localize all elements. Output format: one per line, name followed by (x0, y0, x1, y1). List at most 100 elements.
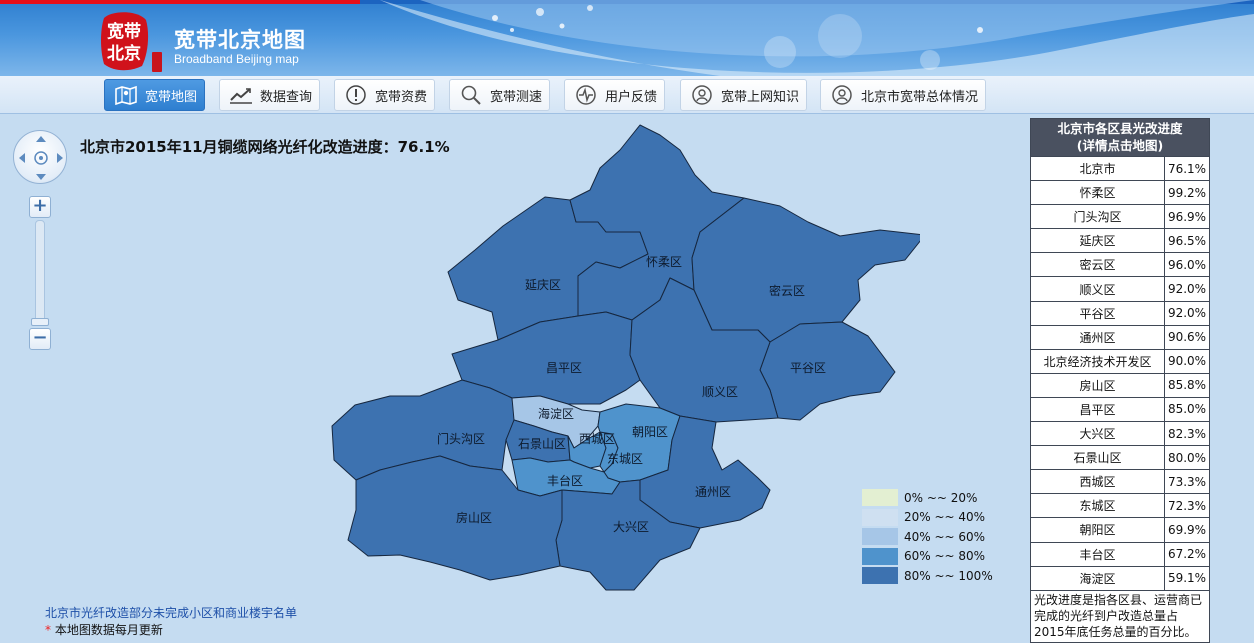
label-tongzhou: 通州区 (695, 485, 731, 499)
label-haidian: 海淀区 (538, 406, 574, 421)
table-header-hint: (详情点击地图) (1076, 138, 1164, 153)
label-shunyi: 顺义区 (702, 385, 738, 399)
nav-speed-test[interactable]: 宽带测速 (449, 79, 550, 111)
legend-swatch (862, 567, 898, 585)
label-xicheng: 西城区 (579, 432, 615, 446)
progress-value: 96.5% (1167, 233, 1207, 248)
search-icon (458, 84, 484, 106)
zoom-slider-handle[interactable] (31, 318, 49, 326)
site-subtitle: Broadband Beijing map (174, 52, 299, 66)
legend-label: 40% ~~ 60% (904, 529, 986, 544)
legend-item: 0% ~~ 20% (862, 488, 993, 508)
label-dongcheng: 东城区 (607, 452, 643, 466)
nav-label: 宽带资费 (375, 89, 428, 105)
label-fengtai: 丰台区 (547, 473, 583, 488)
table-row[interactable]: 大兴区 82.3% (1031, 421, 1209, 446)
progress-value: 90.6% (1167, 330, 1207, 345)
district-name: 密云区 (1031, 253, 1165, 277)
nav-label: 数据查询 (260, 89, 313, 105)
table-row[interactable]: 北京市 76.1% (1031, 156, 1209, 181)
site-title: 宽带北京地图 (174, 28, 306, 52)
table-header-title: 北京市各区县光改进度 (1057, 121, 1183, 136)
label-mentougou: 门头沟区 (437, 431, 485, 446)
district-name: 房山区 (1031, 373, 1165, 397)
table-row[interactable]: 平谷区 92.0% (1031, 300, 1209, 325)
district-name: 延庆区 (1031, 229, 1165, 253)
table-row[interactable]: 昌平区 85.0% (1031, 396, 1209, 422)
district-name: 丰台区 (1031, 542, 1165, 566)
legend-label: 20% ~~ 40% (904, 510, 986, 525)
info-icon (343, 84, 369, 106)
legend-swatch (862, 489, 898, 507)
progress-value: 92.0% (1167, 282, 1207, 297)
district-name: 石景山区 (1031, 446, 1165, 470)
nav-label: 北京市宽带总体情况 (861, 89, 979, 105)
district-name: 海淀区 (1031, 566, 1165, 590)
nav-beijing-overview[interactable]: 北京市宽带总体情况 (820, 79, 986, 111)
label-shijingshan: 石景山区 (518, 437, 566, 451)
legend-item: 40% ~~ 60% (862, 527, 993, 547)
label-changping: 昌平区 (546, 361, 582, 375)
nav-data-query[interactable]: 数据查询 (219, 79, 320, 111)
progress-value: 96.9% (1167, 209, 1207, 224)
table-row[interactable]: 丰台区 67.2% (1031, 541, 1209, 566)
progress-value: 76.1% (1167, 161, 1207, 176)
main-nav: 宽带地图 数据查询 宽带资费 宽带测速 用户反馈 宽带上网知识 北京市宽带总体情… (0, 76, 1254, 114)
asterisk: * (45, 623, 51, 637)
label-fangshan: 房山区 (456, 510, 492, 525)
table-row[interactable]: 顺义区 92.0% (1031, 276, 1209, 301)
progress-value: 69.9% (1167, 522, 1207, 537)
update-note: * 本地图数据每月更新 (45, 621, 163, 638)
svg-text:宽带: 宽带 (107, 21, 141, 42)
district-progress-table: 北京市各区县光改进度 (详情点击地图) 北京市 76.1% 怀柔区 99.2% 门头沟区… (1030, 118, 1210, 643)
progress-value: 85.8% (1167, 378, 1207, 393)
zoom-out-button[interactable]: − (29, 328, 51, 350)
nav-broadband-map[interactable]: 宽带地图 (104, 79, 205, 111)
district-pinggu[interactable] (759, 321, 896, 421)
progress-value: 85.0% (1167, 402, 1207, 417)
progress-value: 99.2% (1167, 185, 1207, 200)
district-name: 北京经济技术开发区 (1031, 349, 1165, 373)
map-pan-control[interactable] (13, 130, 67, 184)
table-row[interactable]: 东城区 72.3% (1031, 493, 1209, 518)
logo-seal-icon (152, 52, 162, 72)
table-row[interactable]: 密云区 96.0% (1031, 252, 1209, 277)
progress-value: 82.3% (1167, 426, 1207, 441)
table-row[interactable]: 北京经济技术开发区 90.0% (1031, 348, 1209, 373)
district-name: 北京市 (1031, 157, 1165, 181)
nav-user-feedback[interactable]: 用户反馈 (564, 79, 665, 111)
table-row[interactable]: 延庆区 96.5% (1031, 228, 1209, 253)
label-daxing: 大兴区 (613, 520, 649, 534)
table-row[interactable]: 朝阳区 69.9% (1031, 517, 1209, 542)
pulse-icon (573, 84, 599, 106)
nav-label: 宽带地图 (145, 89, 198, 105)
pan-arrows-icon (19, 136, 63, 180)
table-row[interactable]: 西城区 73.3% (1031, 469, 1209, 494)
table-row[interactable]: 怀柔区 99.2% (1031, 180, 1209, 205)
zoom-in-button[interactable]: + (29, 196, 51, 218)
legend-label: 80% ~~ 100% (904, 568, 993, 583)
district-name: 昌平区 (1031, 397, 1165, 422)
table-row[interactable]: 房山区 85.8% (1031, 372, 1209, 397)
district-name: 平谷区 (1031, 301, 1165, 325)
legend-item: 20% ~~ 40% (862, 508, 993, 528)
unfinished-list-link[interactable]: 北京市光纤改造部分未完成小区和商业楼宇名单 (45, 604, 297, 621)
label-pinggu: 平谷区 (790, 361, 826, 375)
nav-broadband-tariff[interactable]: 宽带资费 (334, 79, 435, 111)
table-row[interactable]: 海淀区 59.1% (1031, 565, 1209, 590)
map-area: + − 北京市2015年11月铜缆网络光纤化改造进度：76.1% 延庆区 怀柔区… (0, 116, 1254, 643)
nav-internet-knowledge[interactable]: 宽带上网知识 (680, 79, 807, 111)
table-row[interactable]: 石景山区 80.0% (1031, 445, 1209, 470)
legend-swatch (862, 528, 898, 546)
map-legend: 0% ~~ 20% 20% ~~ 40% 40% ~~ 60% 60% ~~ 8… (862, 488, 993, 586)
table-row[interactable]: 通州区 90.6% (1031, 324, 1209, 349)
table-row[interactable]: 门头沟区 96.9% (1031, 204, 1209, 229)
progress-value: 90.0% (1167, 354, 1207, 369)
zoom-slider[interactable] (35, 220, 45, 324)
label-yanqing: 延庆区 (525, 278, 561, 292)
svg-text:北京: 北京 (107, 43, 141, 64)
label-chaoyang: 朝阳区 (632, 425, 668, 439)
site-header: 宽带 北京 宽带北京地图 Broadband Beijing map (0, 0, 1254, 76)
district-miyun[interactable] (691, 197, 920, 343)
district-name: 怀柔区 (1031, 181, 1165, 205)
